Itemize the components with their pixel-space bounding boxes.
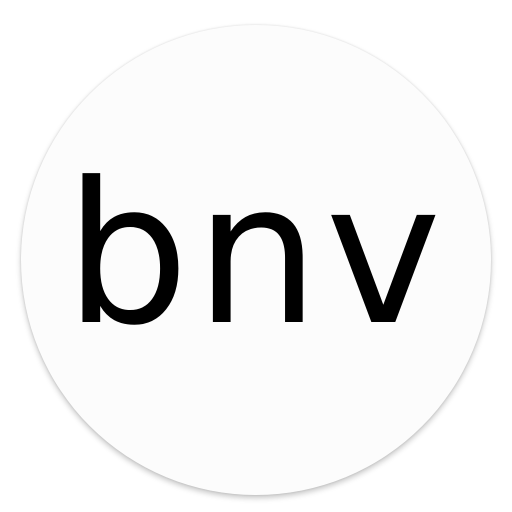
app-icon[interactable]: bnv: [21, 25, 491, 495]
app-icon-label: bnv: [64, 141, 448, 369]
app-icon-canvas: bnv: [0, 0, 512, 512]
